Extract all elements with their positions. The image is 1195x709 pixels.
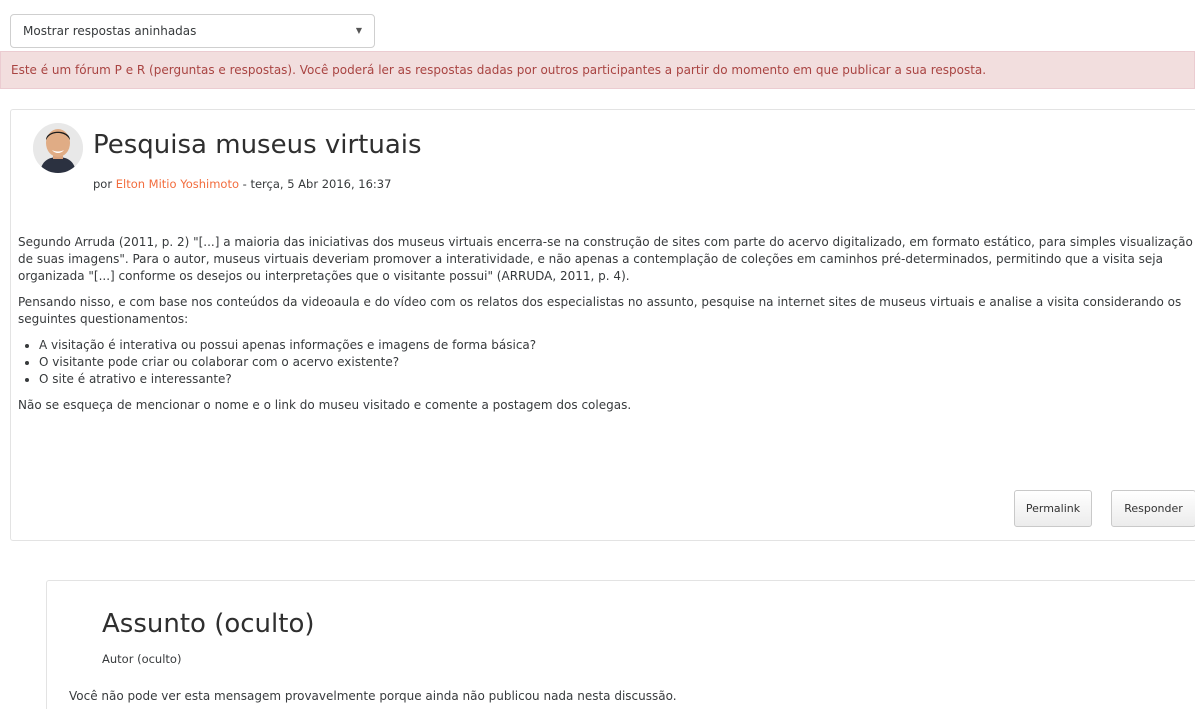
reply-message: Você não pode ver esta mensagem provavel…: [69, 689, 677, 703]
chevron-down-icon: ▼: [355, 26, 362, 35]
post-byline: por Elton Mitio Yoshimoto - terça, 5 Abr…: [93, 177, 391, 191]
post-paragraph: Segundo Arruda (2011, p. 2) "[...] a mai…: [18, 235, 1193, 283]
post-date: - terça, 5 Abr 2016, 16:37: [239, 177, 392, 191]
user-avatar-icon: [33, 123, 83, 173]
question-item: A visitação é interativa ou possui apena…: [39, 337, 1195, 354]
post-content: Segundo Arruda (2011, p. 2) "[...] a mai…: [18, 234, 1195, 423]
display-mode-value: Mostrar respostas aninhadas: [23, 24, 197, 38]
question-item: O site é atrativo e interessante?: [39, 371, 1195, 388]
permalink-button[interactable]: Permalink: [1014, 490, 1092, 527]
post-paragraph: Não se esqueça de mencionar o nome e o l…: [18, 398, 632, 412]
post-paragraph: Pensando nisso, e com base nos conteúdos…: [18, 295, 1182, 326]
question-list: A visitação é interativa ou possui apena…: [18, 337, 1195, 388]
forum-post: Pesquisa museus virtuais por Elton Mitio…: [10, 109, 1195, 541]
avatar[interactable]: [33, 123, 83, 173]
by-prefix: por: [93, 177, 116, 191]
reply-title: Assunto (oculto): [102, 609, 315, 639]
reply-author: Autor (oculto): [102, 652, 182, 666]
question-item: O visitante pode criar ou colaborar com …: [39, 354, 1195, 371]
qa-forum-alert: Este é um fórum P e R (perguntas e respo…: [0, 51, 1195, 89]
forum-page: Mostrar respostas aninhadas ▼ Este é um …: [0, 0, 1195, 709]
reply-button[interactable]: Responder: [1111, 490, 1195, 527]
alert-text: Este é um fórum P e R (perguntas e respo…: [11, 63, 987, 77]
hidden-reply: Assunto (oculto) Autor (oculto) Você não…: [46, 580, 1195, 709]
author-link[interactable]: Elton Mitio Yoshimoto: [116, 177, 239, 191]
post-title: Pesquisa museus virtuais: [93, 130, 422, 160]
display-mode-select[interactable]: Mostrar respostas aninhadas ▼: [10, 14, 375, 48]
